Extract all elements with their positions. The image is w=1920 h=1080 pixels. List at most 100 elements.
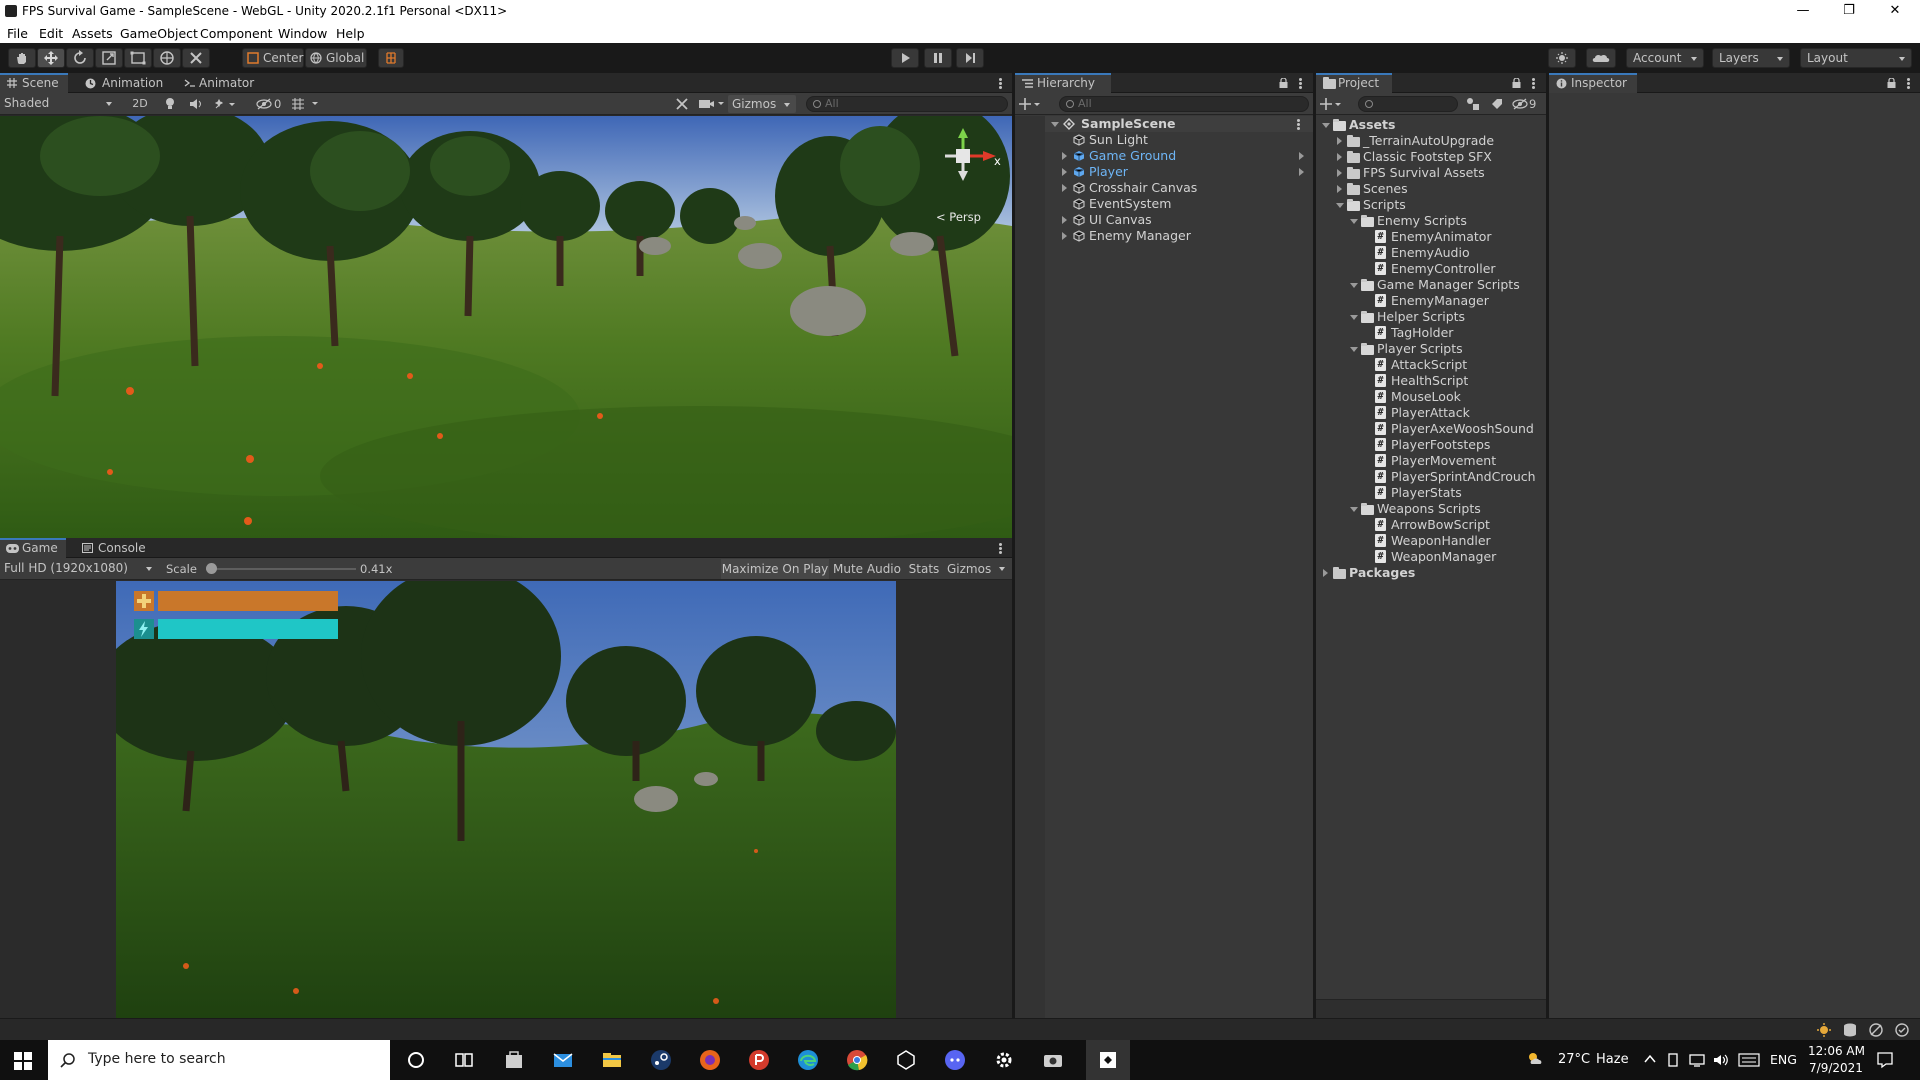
file-explorer-icon[interactable] xyxy=(600,1048,624,1072)
project-folder-item[interactable]: FPS Survival Assets xyxy=(1316,165,1546,181)
project-folder-item[interactable]: Enemy Scripts xyxy=(1316,213,1546,229)
project-folder-item[interactable]: Assets xyxy=(1316,117,1546,133)
game-viewport[interactable] xyxy=(116,581,896,1018)
hand-tool-button[interactable] xyxy=(8,48,36,68)
layers-dropdown[interactable]: Layers xyxy=(1712,48,1790,68)
menu-gameobject[interactable]: GameObject xyxy=(120,26,198,41)
hierarchy-item[interactable]: Game Ground xyxy=(1045,148,1313,164)
expand-arrow-icon[interactable] xyxy=(1062,168,1067,176)
rect-tool-button[interactable] xyxy=(124,48,152,68)
project-script-item[interactable]: # EnemyController xyxy=(1316,261,1546,277)
unity-editor-taskbar-button[interactable] xyxy=(1086,1040,1130,1080)
project-folder-item[interactable]: Scripts xyxy=(1316,197,1546,213)
prefab-open-chevron-icon[interactable] xyxy=(1299,168,1304,176)
scene-root-row[interactable]: SampleScene xyxy=(1045,116,1313,132)
scale-slider-thumb[interactable] xyxy=(206,563,217,574)
menu-window[interactable]: Window xyxy=(278,26,327,41)
project-script-item[interactable]: # HealthScript xyxy=(1316,373,1546,389)
clock-date[interactable]: 7/9/2021 xyxy=(1808,1061,1864,1075)
powerpoint-icon[interactable] xyxy=(747,1048,771,1072)
discord-icon[interactable] xyxy=(943,1048,967,1072)
perspective-label[interactable]: < Persp xyxy=(936,210,981,224)
collapse-arrow-icon[interactable] xyxy=(1350,507,1358,512)
project-script-item[interactable]: # PlayerSprintAndCrouch xyxy=(1316,469,1546,485)
game-gizmos-dropdown[interactable]: Gizmos xyxy=(945,559,1011,579)
pivot-center-toggle[interactable]: Center xyxy=(242,48,304,68)
expand-arrow-icon[interactable] xyxy=(1337,153,1342,161)
onedrive-tray-icon[interactable] xyxy=(1666,1052,1680,1068)
menu-help[interactable]: Help xyxy=(336,26,365,41)
toggle-2d-button[interactable]: 2D xyxy=(128,96,152,112)
input-language[interactable]: ENG xyxy=(1770,1052,1797,1067)
project-script-item[interactable]: # ArrowBowScript xyxy=(1316,517,1546,533)
expand-arrow-icon[interactable] xyxy=(1323,569,1328,577)
search-by-label-icon[interactable] xyxy=(1490,97,1504,111)
unity-hub-icon[interactable] xyxy=(894,1048,918,1072)
transform-tool-button[interactable] xyxy=(153,48,181,68)
rotate-tool-button[interactable] xyxy=(66,48,94,68)
restore-button[interactable]: ❐ xyxy=(1826,0,1872,23)
grid-snap-button[interactable] xyxy=(378,48,404,68)
steam-icon[interactable] xyxy=(649,1048,673,1072)
windows-start-icon[interactable] xyxy=(14,1052,32,1070)
store-icon[interactable] xyxy=(502,1048,526,1072)
project-script-item[interactable]: # PlayerAttack xyxy=(1316,405,1546,421)
scene-root-expand-icon[interactable] xyxy=(1051,122,1059,127)
project-folder-item[interactable]: Classic Footstep SFX xyxy=(1316,149,1546,165)
scene-tools-icon[interactable] xyxy=(674,96,690,112)
cache-server-icon[interactable] xyxy=(1842,1022,1858,1038)
expand-arrow-icon[interactable] xyxy=(1062,184,1067,192)
hierarchy-menu-icon[interactable] xyxy=(1299,78,1302,89)
shading-mode-dropdown[interactable]: Shaded xyxy=(2,94,118,113)
game-panel-menu-icon[interactable] xyxy=(999,543,1002,554)
expand-arrow-icon[interactable] xyxy=(1062,216,1067,224)
maximize-on-play-toggle[interactable]: Maximize On Play xyxy=(721,559,829,579)
collapse-arrow-icon[interactable] xyxy=(1350,283,1358,288)
cortana-icon[interactable] xyxy=(404,1048,428,1072)
weather-icon[interactable] xyxy=(1526,1050,1546,1068)
project-lock-icon[interactable] xyxy=(1512,78,1521,88)
project-folder-item[interactable]: Scenes xyxy=(1316,181,1546,197)
scene-viewport[interactable]: x < Persp xyxy=(0,116,1012,538)
project-folder-item[interactable]: _TerrainAutoUpgrade xyxy=(1316,133,1546,149)
keyboard-tray-icon[interactable] xyxy=(1738,1053,1760,1067)
scene-root-menu-icon[interactable] xyxy=(1297,119,1300,130)
project-add-button[interactable] xyxy=(1320,95,1344,113)
bake-lighting-icon[interactable] xyxy=(1816,1022,1832,1038)
project-script-item[interactable]: # TagHolder xyxy=(1316,325,1546,341)
project-folder-item[interactable]: Game Manager Scripts xyxy=(1316,277,1546,293)
expand-arrow-icon[interactable] xyxy=(1062,232,1067,240)
hierarchy-item[interactable]: Crosshair Canvas xyxy=(1045,180,1313,196)
collab-button[interactable] xyxy=(1548,48,1576,68)
project-script-item[interactable]: # EnemyAnimator xyxy=(1316,229,1546,245)
audio-speaker-icon[interactable] xyxy=(189,97,203,111)
close-button[interactable]: ✕ xyxy=(1872,0,1918,23)
firefox-icon[interactable] xyxy=(698,1048,722,1072)
settings-gear-icon[interactable] xyxy=(992,1048,1016,1072)
mail-icon[interactable] xyxy=(551,1048,575,1072)
menu-assets[interactable]: Assets xyxy=(72,26,113,41)
pause-button[interactable] xyxy=(924,48,952,68)
task-view-icon[interactable] xyxy=(452,1048,476,1072)
project-folder-item[interactable]: Player Scripts xyxy=(1316,341,1546,357)
collab-status-icon[interactable] xyxy=(1894,1022,1910,1038)
search-by-type-icon[interactable] xyxy=(1466,97,1480,111)
project-script-item[interactable]: # AttackScript xyxy=(1316,357,1546,373)
inspector-lock-icon[interactable] xyxy=(1887,78,1896,88)
mute-audio-toggle[interactable]: Mute Audio xyxy=(831,559,903,579)
scale-tool-button[interactable] xyxy=(95,48,123,68)
play-button[interactable] xyxy=(891,48,919,68)
layout-dropdown[interactable]: Layout xyxy=(1800,48,1912,68)
hidden-objects-eye-icon[interactable] xyxy=(256,98,272,110)
menu-edit[interactable]: Edit xyxy=(39,26,63,41)
stats-toggle[interactable]: Stats xyxy=(905,559,943,579)
resolution-dropdown[interactable]: Full HD (1920x1080) xyxy=(2,559,158,578)
volume-tray-icon[interactable] xyxy=(1712,1052,1730,1068)
auto-generate-icon[interactable] xyxy=(1868,1022,1884,1038)
collapse-arrow-icon[interactable] xyxy=(1350,347,1358,352)
hierarchy-item[interactable]: Sun Light xyxy=(1045,132,1313,148)
expand-arrow-icon[interactable] xyxy=(1062,152,1067,160)
network-tray-icon[interactable] xyxy=(1688,1052,1706,1068)
minimize-button[interactable]: — xyxy=(1780,0,1826,23)
project-menu-icon[interactable] xyxy=(1532,78,1535,89)
